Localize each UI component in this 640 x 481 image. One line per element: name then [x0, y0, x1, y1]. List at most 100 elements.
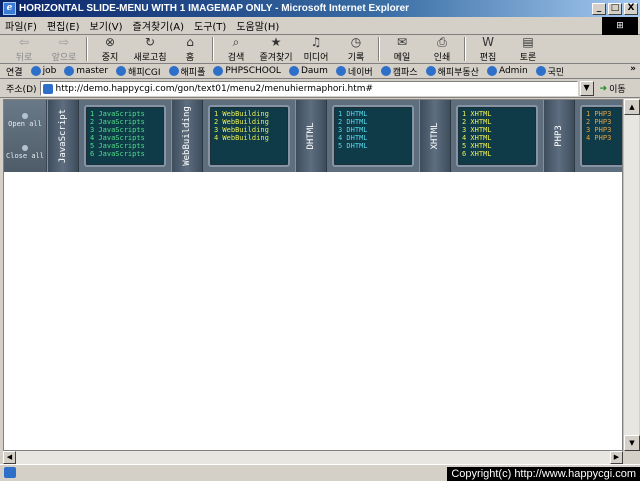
submenu-item[interactable]: 2 DHTML — [338, 118, 408, 126]
link-ie-icon — [30, 66, 41, 76]
submenu-item[interactable]: 1 WebBuilding — [214, 110, 284, 118]
link-item[interactable]: 해피CGI — [112, 65, 164, 78]
link-item[interactable]: master — [60, 66, 112, 76]
toolbar-button-back-arrow[interactable]: ⇦ 뒤로 — [4, 35, 44, 63]
toolbar-button-label: 홈 — [185, 53, 195, 63]
submenu-item[interactable]: 4 JavaScripts — [90, 134, 160, 142]
link-item[interactable]: job — [27, 66, 61, 76]
menu-tab-javascript[interactable]: JavaScript — [47, 100, 79, 172]
history-icon: ◷ — [350, 35, 362, 49]
submenu-item[interactable]: 5 JavaScripts — [90, 142, 160, 150]
submenu-item[interactable]: 4 WebBuilding — [214, 134, 284, 142]
menu-edit[interactable]: 편집(E) — [42, 18, 85, 33]
toolbar-button-favorites[interactable]: ★ 즐겨찾기 — [256, 35, 296, 63]
submenu-item[interactable]: 5 DHTML — [338, 142, 408, 150]
submenu-item[interactable]: 3 XHTML — [462, 126, 532, 134]
toolbar-button-label: 검색 — [227, 53, 245, 63]
toolbar-button-media[interactable]: ♫ 미디어 — [296, 35, 336, 63]
submenu-item[interactable]: 1 DHTML — [338, 110, 408, 118]
submenu-item[interactable]: 6 XHTML — [462, 150, 532, 158]
toolbar-button-label: 새로고침 — [133, 53, 167, 63]
scroll-up-button[interactable]: ▲ — [624, 99, 640, 115]
menu-tab-label: XHTML — [430, 122, 440, 150]
submenu-item[interactable]: 1 PHP3 — [586, 110, 622, 118]
back-arrow-icon: ⇦ — [18, 35, 30, 49]
link-ie-icon — [116, 66, 127, 76]
toolbar-button-stop[interactable]: ⊗ 중지 — [90, 35, 130, 63]
link-item[interactable]: 캠파스 — [377, 65, 422, 78]
address-dropdown-button[interactable]: ▼ — [579, 81, 594, 96]
menu-help[interactable]: 도움말(H) — [231, 18, 284, 33]
menu-favorites[interactable]: 즐겨찾기(A) — [128, 18, 189, 33]
link-item[interactable]: 해피폴 — [165, 65, 210, 78]
menu-tab-dhtml[interactable]: DHTML — [295, 100, 327, 172]
go-button[interactable]: ➜ 이동 — [594, 82, 626, 96]
link-item[interactable]: 해피부동산 — [422, 65, 483, 78]
open-all-button[interactable]: Open all — [8, 112, 42, 128]
toolbar-button-home[interactable]: ⌂ 홈 — [170, 35, 210, 63]
link-item[interactable]: 네이버 — [332, 65, 377, 78]
submenu-item[interactable]: 6 JavaScripts — [90, 150, 160, 158]
toolbar-separator — [212, 37, 214, 61]
links-more-chevron-icon[interactable]: » — [630, 64, 636, 74]
submenu-item[interactable]: 2 JavaScripts — [90, 118, 160, 126]
link-item[interactable]: Admin — [483, 66, 532, 76]
toolbar-button-forward-arrow[interactable]: ⇨ 앞으로 — [44, 35, 84, 63]
link-label: job — [42, 66, 57, 76]
scroll-right-button[interactable]: ▶ — [610, 451, 623, 464]
submenu-item[interactable]: 3 DHTML — [338, 126, 408, 134]
submenu-item[interactable]: 1 XHTML — [462, 110, 532, 118]
toolbar-button-print[interactable]: ⎙ 인쇄 — [422, 35, 462, 63]
submenu-item[interactable]: 2 PHP3 — [586, 118, 622, 126]
maximize-button[interactable]: □ — [608, 2, 622, 15]
toolbar-button-label: 중지 — [101, 53, 119, 63]
menu-tab-label: JavaScript — [58, 108, 68, 164]
toolbar-button-discuss[interactable]: ▤ 토론 — [508, 35, 548, 63]
toolbar-button-label: 즐겨찾기 — [259, 53, 293, 63]
submenu-item[interactable]: 5 XHTML — [462, 142, 532, 150]
submenu-box: 1 XHTML 2 XHTML 3 XHTML 4 XHTML 5 XHTML 6 XHT… — [456, 105, 538, 167]
submenu-item[interactable]: 3 WebBuilding — [214, 126, 284, 134]
link-ie-icon — [335, 66, 346, 76]
submenu-box: 1 DHTML 2 DHTML 3 DHTML 4 DHTML 5 DHTML — [332, 105, 414, 167]
submenu-item[interactable]: 3 JavaScripts — [90, 126, 160, 134]
vertical-scrollbar[interactable]: ▲ ▼ — [623, 99, 640, 451]
menu-tab-webbuilding[interactable]: WebBuilding — [171, 100, 203, 172]
close-button[interactable]: X — [624, 2, 638, 15]
toolbar-button-refresh[interactable]: ↻ 새로고침 — [130, 35, 170, 63]
submenu-box: 1 WebBuilding 2 WebBuilding 3 WebBuilding 4… — [208, 105, 290, 167]
menu-tab-xhtml[interactable]: XHTML — [419, 100, 451, 172]
scroll-down-button[interactable]: ▼ — [624, 435, 640, 451]
status-bar: Copyright(c) http://www.happycgi.com — [0, 464, 640, 481]
link-ie-icon — [213, 66, 224, 76]
submenu-item[interactable]: 4 DHTML — [338, 134, 408, 142]
menu-file[interactable]: 파일(F) — [0, 18, 42, 33]
page-content: Open all Close all JavaScript 1 JavaScrip… — [3, 99, 623, 451]
toolbar-button-search[interactable]: ⌕ 검색 — [216, 35, 256, 63]
submenu-item[interactable]: 2 XHTML — [462, 118, 532, 126]
toolbar-button-label: 뒤로 — [15, 53, 33, 63]
link-item[interactable]: 국민 — [532, 65, 569, 78]
toolbar-button-edit[interactable]: W 편집 — [468, 35, 508, 63]
toolbar-separator — [464, 37, 466, 61]
submenu-item[interactable]: 4 XHTML — [462, 134, 532, 142]
menu-tools[interactable]: 도구(T) — [189, 18, 231, 33]
horizontal-scrollbar[interactable]: ◀ ▶ — [3, 451, 623, 464]
toolbar-button-mail[interactable]: ✉ 메일 — [382, 35, 422, 63]
scroll-left-button[interactable]: ◀ — [3, 451, 16, 464]
link-label: PHPSCHOOL — [225, 66, 281, 76]
toolbar-button-history[interactable]: ◷ 기록 — [336, 35, 376, 63]
link-item[interactable]: PHPSCHOOL — [209, 66, 285, 76]
submenu-item[interactable]: 1 JavaScripts — [90, 110, 160, 118]
link-label: Daum — [300, 66, 328, 76]
link-ie-icon — [425, 66, 436, 76]
close-all-button[interactable]: Close all — [6, 144, 44, 160]
menu-view[interactable]: 보기(V) — [85, 18, 128, 33]
link-item[interactable]: Daum — [285, 66, 332, 76]
menu-tab-php3[interactable]: PHP3 — [543, 100, 575, 172]
submenu-item[interactable]: 2 WebBuilding — [214, 118, 284, 126]
minimize-button[interactable]: _ — [592, 2, 606, 15]
submenu-item[interactable]: 4 PHP3 — [586, 134, 622, 142]
submenu-item[interactable]: 3 PHP3 — [586, 126, 622, 134]
address-input[interactable]: http://demo.happycgi.com/gon/text01/menu… — [39, 81, 578, 96]
